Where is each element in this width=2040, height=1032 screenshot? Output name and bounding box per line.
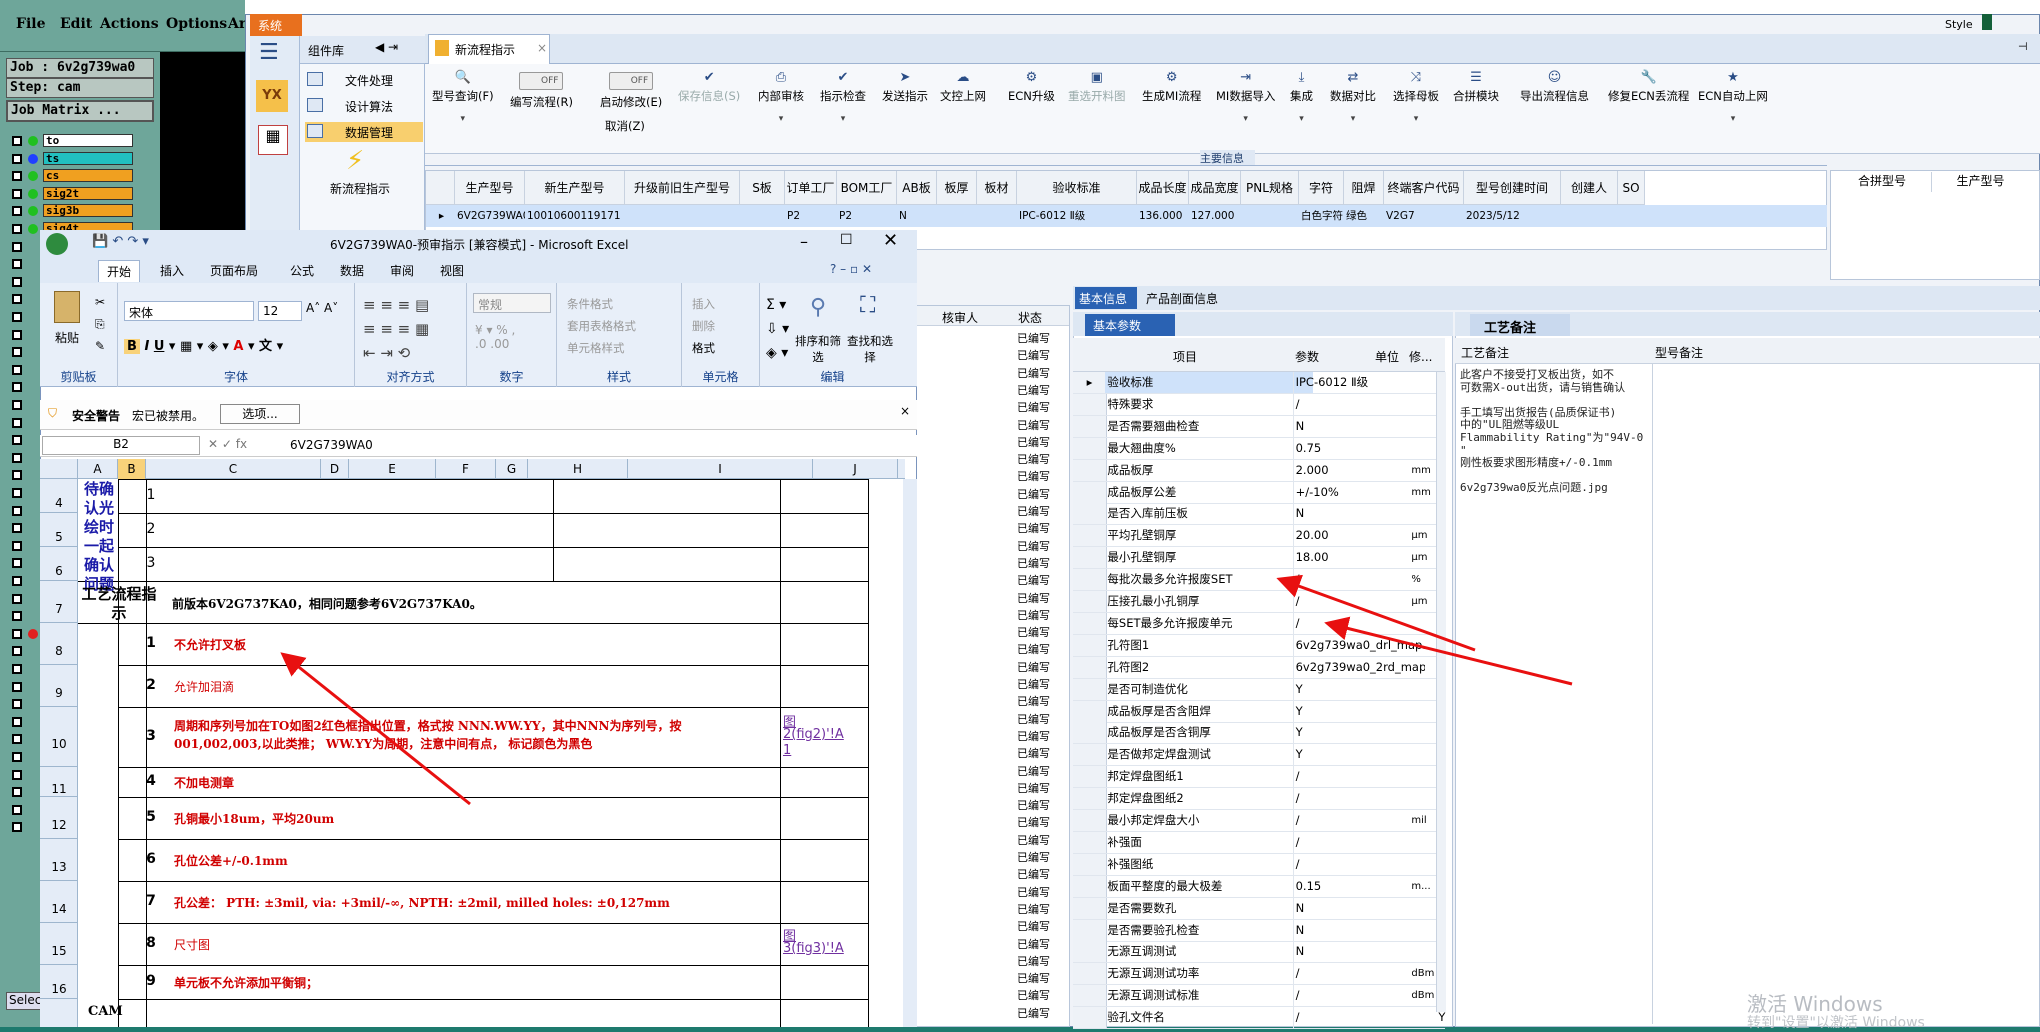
arrow-1 [280, 652, 471, 806]
arrow-3 [1324, 616, 1573, 686]
arrow-2 [1276, 574, 1476, 652]
annotation-arrows [280, 574, 1573, 806]
